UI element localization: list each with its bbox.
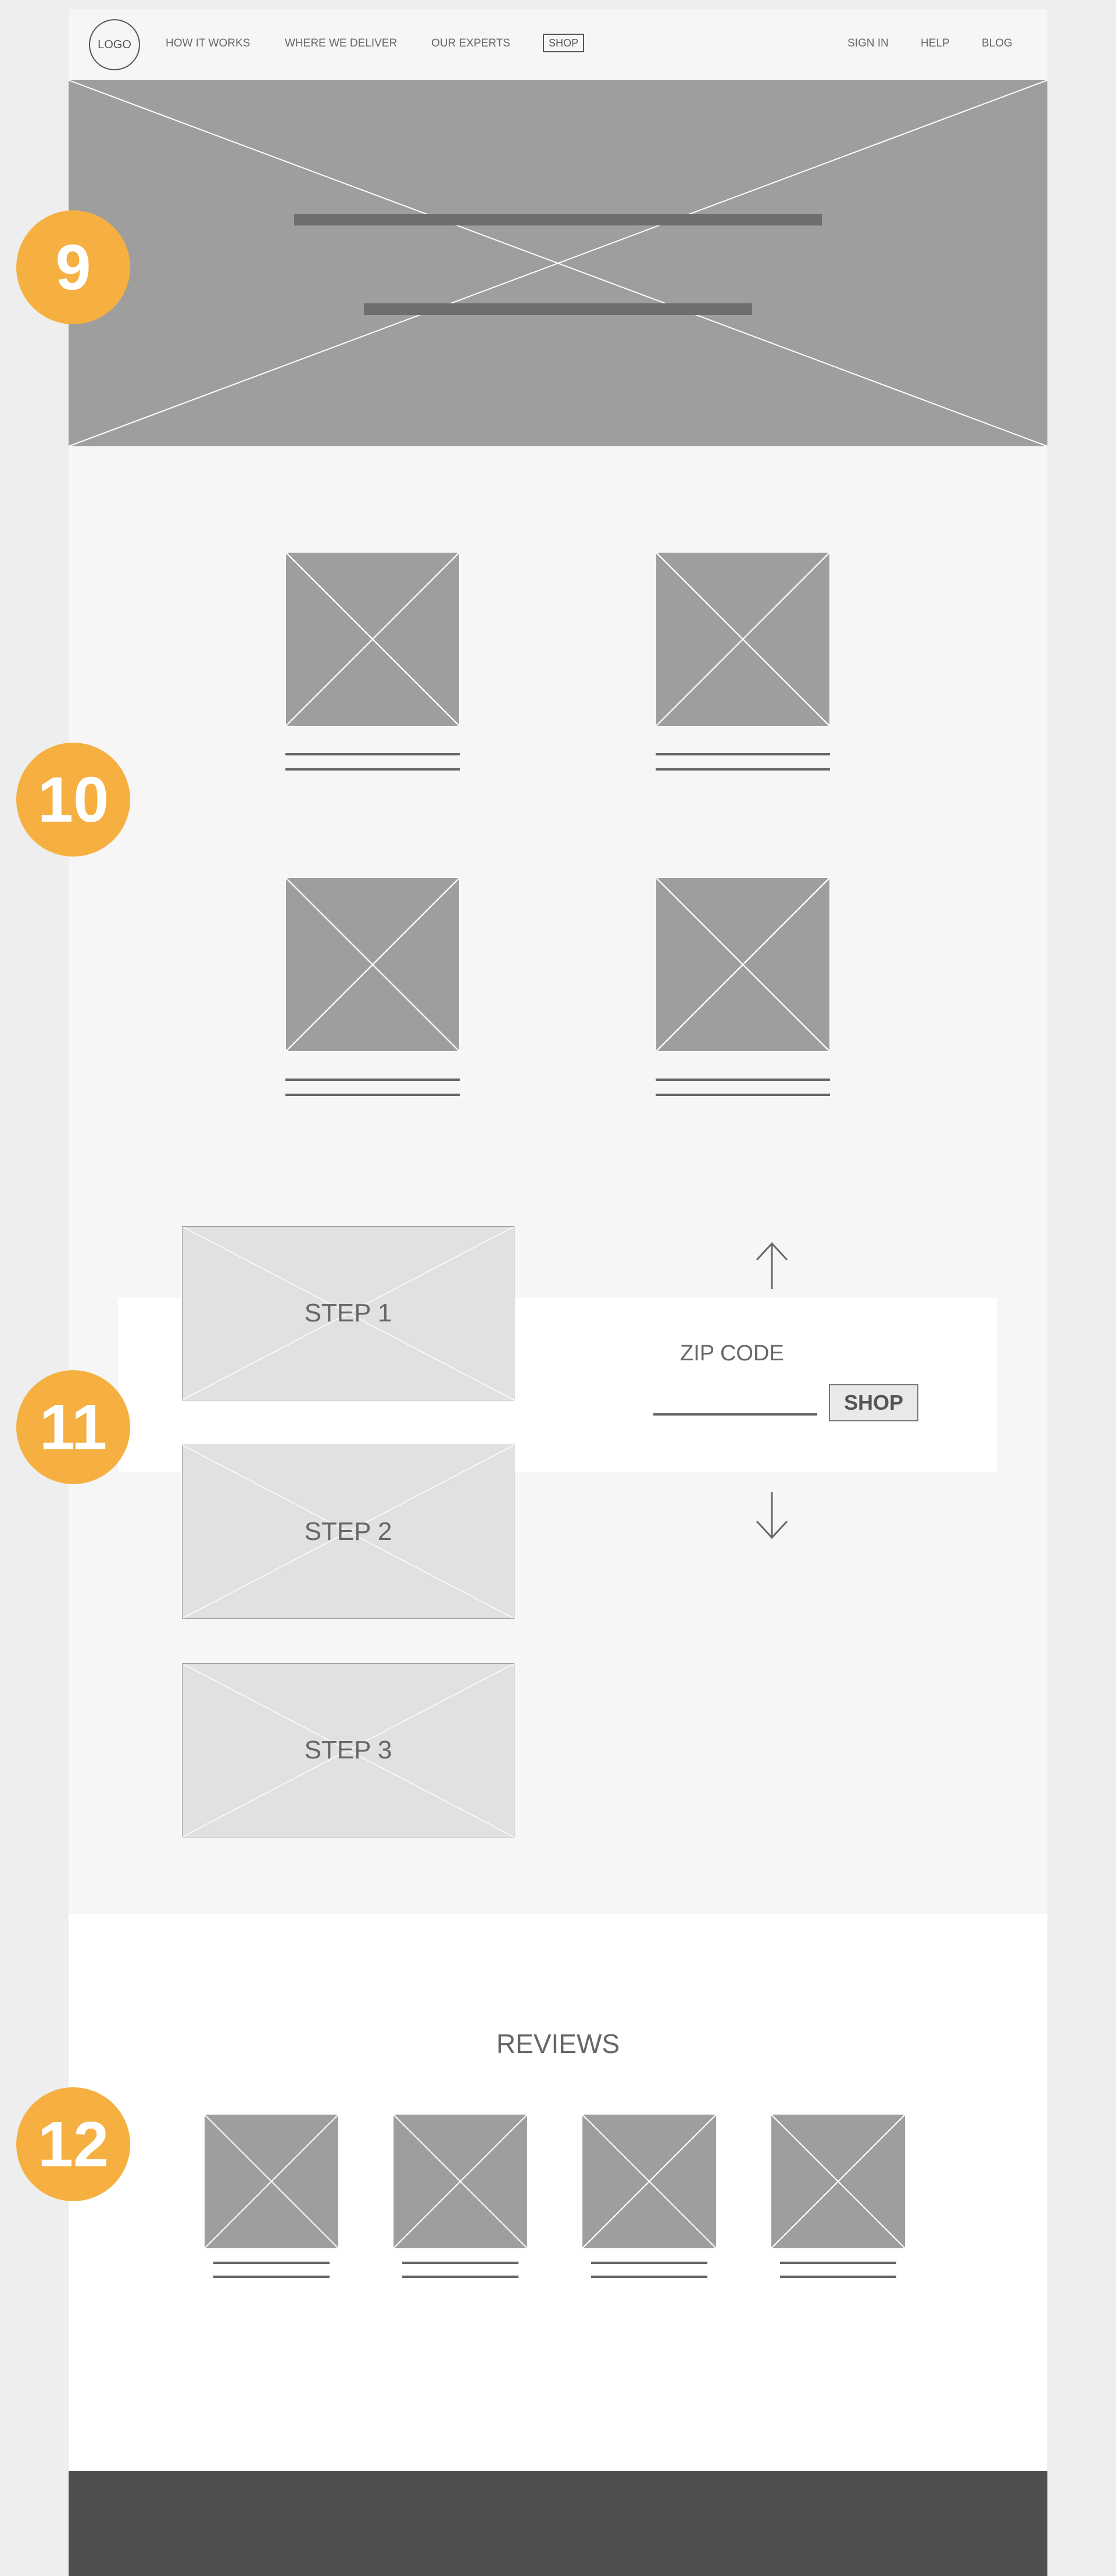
- logo[interactable]: LOGO: [89, 19, 140, 70]
- zip-code-label: ZIP CODE: [680, 1341, 784, 1366]
- product-image[interactable]: [285, 552, 460, 726]
- product-caption-lines: [285, 1079, 460, 1096]
- review-image[interactable]: [771, 2114, 906, 2249]
- review-image[interactable]: [582, 2114, 717, 2249]
- site-footer: [69, 2471, 1047, 2576]
- step-1-label: STEP 1: [304, 1299, 392, 1327]
- section-badge-11: 11: [16, 1370, 130, 1484]
- nav-sign-in[interactable]: SIGN IN: [847, 37, 889, 50]
- arrow-down-icon[interactable]: [753, 1489, 791, 1541]
- nav-blog[interactable]: BLOG: [982, 37, 1013, 50]
- nav-help[interactable]: HELP: [921, 37, 950, 50]
- product-caption-lines: [285, 753, 460, 771]
- step-3-card: STEP 3: [182, 1663, 514, 1837]
- zip-code-input[interactable]: [653, 1392, 817, 1416]
- product-image[interactable]: [285, 877, 460, 1052]
- step-3-label: STEP 3: [304, 1736, 392, 1764]
- section-badge-12: 12: [16, 2087, 130, 2201]
- section-badge-10: 10: [16, 743, 130, 857]
- hero-subline-placeholder: [364, 303, 752, 315]
- nav-our-experts[interactable]: OUR EXPERTS: [431, 37, 510, 50]
- reviews-title: REVIEWS: [496, 2029, 620, 2059]
- hero-placeholder-cross: [69, 80, 1047, 446]
- review-caption-lines: [402, 2262, 518, 2278]
- review-caption-lines: [591, 2262, 707, 2278]
- hero-banner: [69, 80, 1047, 446]
- review-image[interactable]: [204, 2114, 339, 2249]
- step-2-card: STEP 2: [182, 1445, 514, 1619]
- nav-shop-button[interactable]: SHOP: [543, 34, 585, 52]
- nav-where-we-deliver[interactable]: WHERE WE DELIVER: [285, 37, 397, 50]
- product-image[interactable]: [656, 552, 830, 726]
- page: LOGO HOW IT WORKS WHERE WE DELIVER OUR E…: [69, 9, 1047, 2576]
- product-caption-lines: [656, 1079, 830, 1096]
- hero-headline-placeholder: [294, 214, 822, 225]
- zip-shop-button[interactable]: SHOP: [829, 1384, 918, 1421]
- step-1-card: STEP 1: [182, 1226, 514, 1400]
- nav-how-it-works[interactable]: HOW IT WORKS: [166, 37, 250, 50]
- section-badge-9: 9: [16, 210, 130, 324]
- review-image[interactable]: [393, 2114, 528, 2249]
- review-caption-lines: [780, 2262, 896, 2278]
- product-caption-lines: [656, 753, 830, 771]
- product-image[interactable]: [656, 877, 830, 1052]
- step-2-label: STEP 2: [304, 1517, 392, 1546]
- site-header: LOGO HOW IT WORKS WHERE WE DELIVER OUR E…: [69, 9, 1047, 80]
- review-caption-lines: [213, 2262, 330, 2278]
- arrow-up-icon[interactable]: [753, 1240, 791, 1292]
